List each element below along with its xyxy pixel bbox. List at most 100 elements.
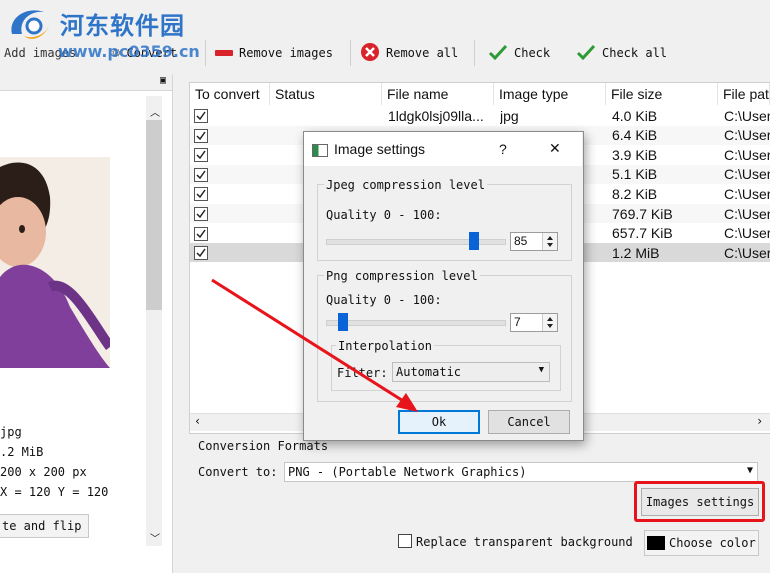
remove-all-button[interactable]: Remove all xyxy=(360,42,458,64)
check-button[interactable]: Check xyxy=(488,42,550,64)
jpeg-compression-label: Jpeg compression level xyxy=(324,178,487,192)
preview-panel-header: ▣ xyxy=(0,74,172,91)
watermark-url: www.pc0359.cn xyxy=(58,42,200,61)
cell-file-size: 5.1 KiB xyxy=(612,166,658,183)
jpeg-quality-slider[interactable] xyxy=(326,239,506,245)
png-quality-slider[interactable] xyxy=(326,320,506,326)
app-icon xyxy=(312,144,328,157)
info-file-size: .2 MiB xyxy=(0,445,44,459)
cell-file-path: C:\User xyxy=(724,127,770,144)
scroll-right-icon[interactable]: › xyxy=(756,414,763,428)
remove-all-icon xyxy=(360,42,380,65)
filter-dropdown[interactable]: Automatic ▼ xyxy=(392,362,550,382)
cell-status xyxy=(276,106,382,125)
png-compression-label: Png compression level xyxy=(324,269,480,283)
cell-file-size: 1.2 MiB xyxy=(612,244,660,261)
cell-file-size: 769.7 KiB xyxy=(612,205,673,222)
convert-to-dropdown[interactable]: PNG - (Portable Network Graphics) ▼ xyxy=(284,462,758,482)
cell-file-path: C:\User xyxy=(724,225,770,242)
cell-file-size: 4.0 KiB xyxy=(612,107,658,124)
checkmark-icon xyxy=(576,44,596,63)
restore-icon: ▣ xyxy=(160,75,167,86)
ok-label: Ok xyxy=(431,415,447,429)
check-all-label: Check all xyxy=(602,46,668,60)
cancel-button[interactable]: Cancel xyxy=(488,410,570,434)
col-to-convert[interactable]: To convert xyxy=(190,83,270,105)
remove-all-label: Remove all xyxy=(386,46,459,60)
row-checkbox[interactable] xyxy=(194,207,208,221)
row-checkbox[interactable] xyxy=(194,187,208,202)
row-checkbox[interactable] xyxy=(194,128,208,143)
jpeg-quality-spinbox[interactable]: 85 xyxy=(510,232,558,251)
dialog-titlebar: Image settings ? ✕ xyxy=(304,132,582,166)
color-swatch xyxy=(647,536,665,550)
cell-file-path: C:\User xyxy=(724,146,770,163)
cell-file-name: 1ldgk0lsj09lla... xyxy=(388,107,484,124)
row-checkbox[interactable] xyxy=(194,109,208,123)
row-checkbox[interactable] xyxy=(194,246,208,261)
filter-value: Automatic xyxy=(396,365,462,379)
image-preview xyxy=(0,157,110,368)
check-all-button[interactable]: Check all xyxy=(576,42,667,64)
col-file-path[interactable]: File pat xyxy=(718,83,770,105)
check-label: Check xyxy=(514,46,551,60)
rotate-and-flip-label: te and flip xyxy=(2,519,82,533)
col-file-size[interactable]: File size xyxy=(606,83,718,105)
cell-file-path: C:\User xyxy=(724,205,770,222)
cell-file-size: 3.9 KiB xyxy=(612,146,658,163)
cell-file-size: 6.4 KiB xyxy=(612,127,658,144)
info-image-type: jpg xyxy=(0,425,22,439)
jpeg-quality-value: 85 xyxy=(514,234,528,248)
png-quality-value: 7 xyxy=(514,315,521,329)
highlight-annotation xyxy=(634,481,765,522)
close-button[interactable]: ✕ xyxy=(549,140,561,157)
col-status[interactable]: Status xyxy=(270,83,382,105)
col-file-name[interactable]: File name xyxy=(382,83,494,105)
choose-color-button[interactable]: Choose color xyxy=(644,530,759,556)
ok-button[interactable]: Ok xyxy=(398,410,480,434)
jpeg-slider-thumb[interactable] xyxy=(469,232,479,250)
replace-background-checkbox[interactable] xyxy=(398,534,412,548)
filter-label: Filter: xyxy=(337,366,388,380)
cell-file-path: C:\User xyxy=(724,185,770,202)
preview-scrollbar-thumb[interactable] xyxy=(146,120,162,310)
toolbar-separator xyxy=(205,40,206,66)
convert-to-label: Convert to: xyxy=(198,465,278,479)
png-slider-thumb[interactable] xyxy=(338,313,348,331)
scroll-down-icon[interactable]: ﹀ xyxy=(150,530,160,545)
row-checkbox[interactable] xyxy=(194,167,208,182)
scroll-up-icon[interactable]: ︿ xyxy=(150,104,160,119)
checkmark-icon xyxy=(488,44,508,63)
cell-image-type: jpg xyxy=(500,107,519,124)
cancel-label: Cancel xyxy=(507,415,551,429)
choose-color-label: Choose color xyxy=(669,536,756,550)
toolbar-separator xyxy=(350,40,351,66)
rotate-and-flip-button[interactable]: te and flip xyxy=(0,514,89,538)
interpolation-label: Interpolation xyxy=(336,339,434,353)
row-checkbox[interactable] xyxy=(194,226,208,241)
jpeg-quality-label: Quality 0 - 100: xyxy=(326,208,442,222)
dialog-title: Image settings xyxy=(334,141,426,157)
png-quality-spinbox[interactable]: 7 xyxy=(510,313,558,332)
replace-background-label: Replace transparent background xyxy=(416,535,633,549)
watermark-title: 河东软件园 xyxy=(60,12,185,40)
info-dimensions: 200 x 200 px xyxy=(0,465,87,479)
cell-file-size: 657.7 KiB xyxy=(612,225,673,242)
toolbar-separator xyxy=(474,40,475,66)
cell-file-path: C:\User xyxy=(724,166,770,183)
cell-file-path: C:\User xyxy=(724,107,770,124)
row-checkbox[interactable] xyxy=(194,148,208,163)
table-row[interactable]: 1ldgk0lsj09lla... jpg 4.0 KiB C:\User xyxy=(190,106,770,125)
remove-images-button[interactable]: Remove images xyxy=(215,42,333,64)
spinner-arrows-icon[interactable] xyxy=(542,314,557,331)
spinner-arrows-icon[interactable] xyxy=(542,233,557,250)
info-coordinates: X = 120 Y = 120 xyxy=(0,485,109,499)
scroll-left-icon[interactable]: ‹ xyxy=(194,414,201,428)
minus-icon xyxy=(215,50,233,56)
chevron-down-icon: ▼ xyxy=(538,365,544,375)
chevron-down-icon: ▼ xyxy=(746,465,753,476)
col-image-type[interactable]: Image type xyxy=(494,83,606,105)
png-quality-label: Quality 0 - 100: xyxy=(326,293,442,307)
cell-file-size: 8.2 KiB xyxy=(612,185,658,202)
help-button[interactable]: ? xyxy=(499,141,507,157)
